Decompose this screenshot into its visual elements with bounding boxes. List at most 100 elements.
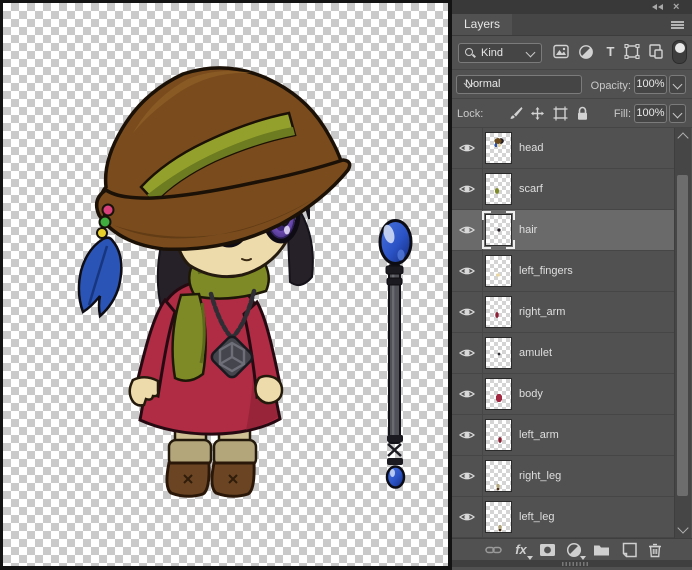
lock-artboard-icon[interactable] [553,106,568,121]
lock-image-pixels-icon[interactable] [508,106,523,121]
toggle-knob [674,42,685,53]
lock-all-icon[interactable] [576,106,591,121]
layer-row-head[interactable]: head [452,128,674,169]
filter-row: Kind T [452,35,692,70]
layer-thumbnail[interactable] [485,460,512,492]
delete-layer-button[interactable] [644,541,666,559]
visibility-toggle[interactable] [452,128,483,168]
kind-label: Kind [481,47,504,59]
canvas[interactable] [3,3,448,566]
kind-filter-dropdown[interactable]: Kind [458,43,542,63]
tab-layers[interactable]: Layers [452,14,513,35]
type-layers-filter-icon[interactable]: T [602,44,619,60]
layer-thumbnail[interactable] [485,337,512,369]
layer-thumbnail[interactable] [485,378,512,410]
layer-row-left-leg[interactable]: left_leg [452,497,674,538]
pixel-layers-filter-icon[interactable] [553,44,570,60]
visibility-toggle[interactable] [452,251,483,291]
character-artwork [77,66,413,498]
filter-toggle-switch[interactable] [672,40,687,64]
scrollbar[interactable] [674,128,691,538]
smart-objects-filter-icon[interactable] [648,44,665,60]
panel-resize-strip[interactable] [452,560,692,567]
lock-position-icon[interactable] [530,106,545,121]
visibility-toggle[interactable] [452,415,483,455]
layer-row-body[interactable]: body [452,374,674,415]
visibility-toggle[interactable] [452,292,483,332]
layer-row-left-fingers[interactable]: left_fingers [452,251,674,292]
layer-name: amulet [519,347,553,359]
collapse-panel-icon[interactable] [652,3,666,12]
visibility-toggle[interactable] [452,210,483,250]
fill-value[interactable]: 100% [634,104,667,123]
layer-name: right_leg [519,470,562,482]
resize-grip[interactable] [562,562,588,566]
opacity-label: Opacity: [590,80,631,92]
eye-icon [459,349,475,357]
eye-icon [459,267,475,275]
selection-corner [482,211,491,220]
layer-thumbnail[interactable] [485,296,512,328]
layer-thumbnail[interactable] [485,132,512,164]
layer-row-hair[interactable]: hair [452,210,674,251]
layer-row-left-arm[interactable]: left_arm [452,415,674,456]
character-figure [77,66,352,498]
eye-icon [459,390,475,398]
new-layer-button[interactable] [618,541,640,559]
eye-icon [459,144,475,152]
layer-thumbnail[interactable] [485,173,512,205]
layer-list: head scarf hair left_fingers right_arm a… [452,128,692,538]
selection-corner [482,240,491,249]
visibility-toggle[interactable] [452,456,483,496]
panel-tab-bar: Layers [452,14,692,36]
new-layer-icon [622,542,637,558]
blend-row: Normal Opacity: 100% [452,70,692,99]
link-icon [484,546,502,554]
adjustment-layers-filter-icon[interactable] [578,44,595,60]
staff-artwork [378,219,413,489]
layer-name: left_arm [519,429,559,441]
eye-icon [459,472,475,480]
fill-dropdown-button[interactable] [669,104,686,123]
visibility-toggle[interactable] [452,374,483,414]
trash-icon [649,543,661,557]
panel-title-strip: × [452,0,692,14]
panel-footer: fx [452,538,692,561]
layer-name: head [519,142,544,154]
eye-icon [459,308,475,316]
layer-thumbnail[interactable] [485,255,512,287]
new-adjustment-layer-button[interactable] [563,541,586,560]
layer-name: scarf [519,183,543,195]
layer-thumbnail-selected[interactable] [482,211,515,249]
search-icon [465,48,476,58]
close-panel-icon[interactable]: × [673,2,687,13]
layer-thumbnail[interactable] [485,501,512,533]
visibility-toggle[interactable] [452,169,483,209]
blend-mode-dropdown[interactable]: Normal [456,75,582,94]
eye-icon [459,513,475,521]
layer-row-right-arm[interactable]: right_arm [452,292,674,333]
shape-layers-filter-icon[interactable] [624,44,641,60]
link-layers-button[interactable] [482,541,504,559]
selection-corner [506,240,515,249]
opacity-value[interactable]: 100% [634,75,667,94]
layer-name: hair [519,224,538,236]
visibility-toggle[interactable] [452,333,483,373]
lock-transparent-pixels-icon[interactable] [487,106,502,121]
panel-menu-icon[interactable] [671,21,684,29]
layer-thumbnail[interactable] [485,419,512,451]
opacity-dropdown-button[interactable] [669,75,686,94]
lock-row: Lock: Fill: 100% [452,99,692,128]
new-group-button[interactable] [590,541,612,559]
layer-style-button[interactable]: fx [510,541,533,560]
layer-name: left_leg [519,511,555,523]
add-layer-mask-button[interactable] [536,541,558,559]
visibility-toggle[interactable] [452,497,483,537]
layer-row-amulet[interactable]: amulet [452,333,674,374]
layers-panel: × Layers Kind T Normal Opacity: 100% Loc… [452,0,692,570]
scroll-down-icon[interactable] [677,522,689,534]
layer-row-right-leg[interactable]: right_leg [452,456,674,497]
layer-row-scarf[interactable]: scarf [452,169,674,210]
scrollbar-thumb[interactable] [677,175,688,496]
scroll-up-icon[interactable] [677,132,689,144]
